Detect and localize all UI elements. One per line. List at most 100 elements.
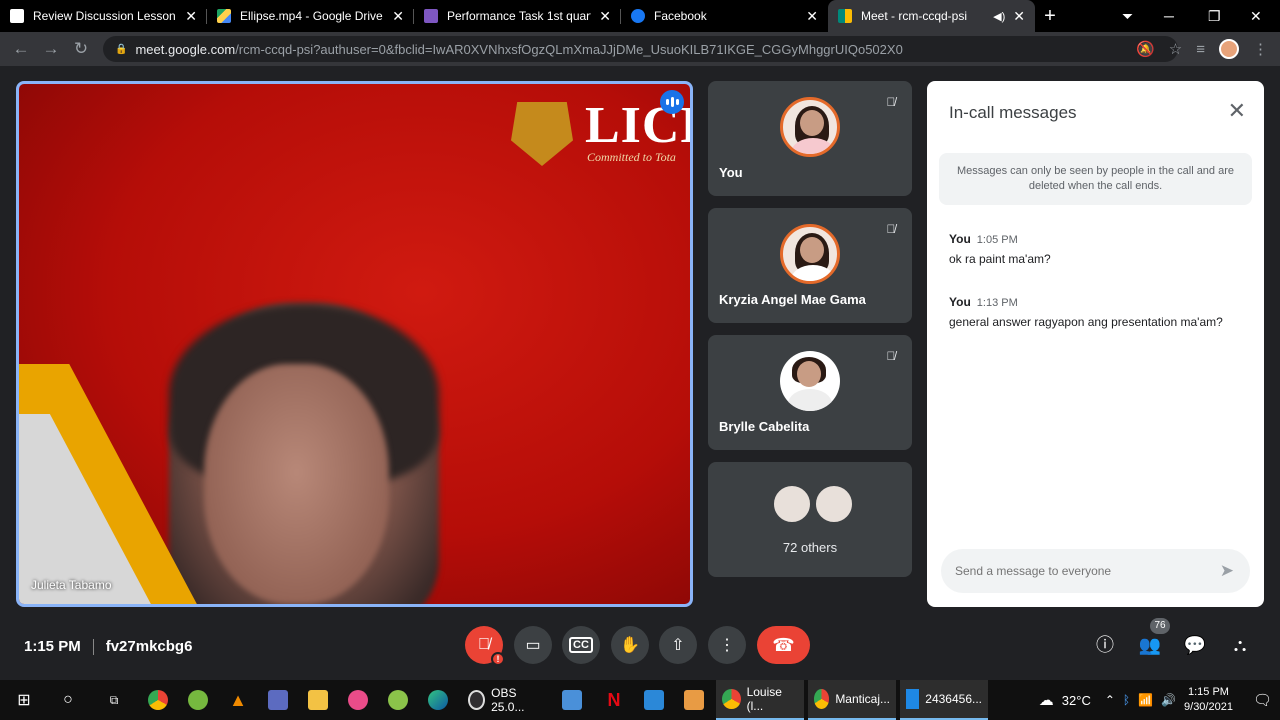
clock[interactable]: 1:15 PM 9/30/2021 bbox=[1184, 685, 1233, 715]
chrome-window-louise[interactable]: Louise (l... bbox=[716, 680, 804, 720]
m-app-taskbar-button[interactable] bbox=[636, 680, 672, 720]
close-icon[interactable]: ✕ bbox=[1013, 8, 1025, 25]
send-icon[interactable]: ➤ bbox=[1220, 561, 1234, 581]
reload-icon[interactable]: ↻ bbox=[66, 39, 96, 59]
wifi-icon[interactable]: 📶 bbox=[1138, 693, 1153, 707]
bluetooth-icon[interactable]: ᛒ bbox=[1123, 693, 1130, 707]
app-label: 2436456... bbox=[925, 692, 982, 706]
people-button[interactable]: 👥 bbox=[1137, 632, 1163, 658]
speaking-indicator-icon bbox=[660, 90, 684, 114]
app-taskbar-button[interactable] bbox=[380, 680, 416, 720]
start-button[interactable]: ⊞ bbox=[6, 680, 42, 720]
edge-icon bbox=[428, 690, 448, 710]
itunes-taskbar-button[interactable] bbox=[340, 680, 376, 720]
raise-hand-button[interactable]: ✋ bbox=[611, 626, 649, 664]
chrome-taskbar-button[interactable] bbox=[140, 680, 176, 720]
notifications-blocked-icon[interactable]: 🔕 bbox=[1136, 40, 1155, 58]
meeting-code[interactable]: fv27mkcbg6 bbox=[106, 638, 193, 655]
participant-tile-you[interactable]: 🎙̸ You bbox=[708, 81, 912, 196]
activities-button[interactable]: ⛬ bbox=[1227, 632, 1253, 658]
edge-taskbar-button[interactable] bbox=[420, 680, 456, 720]
participant-tile-kryzia[interactable]: 🎙̸ Kryzia Angel Mae Gama bbox=[708, 208, 912, 323]
chat-button[interactable]: 💬 bbox=[1182, 632, 1208, 658]
meeting-time: 1:15 PM bbox=[24, 638, 81, 655]
mic-toggle-button[interactable]: 🎙̸ ! bbox=[465, 626, 505, 666]
tab-search-icon[interactable]: ⏷ bbox=[1122, 0, 1133, 32]
close-icon[interactable]: ✕ bbox=[599, 8, 611, 25]
participant-name: You bbox=[719, 165, 743, 180]
notification-center-icon[interactable]: 🗨 bbox=[1253, 691, 1272, 709]
chat-title: In-call messages bbox=[949, 103, 1077, 122]
weather-temp[interactable]: 32°C bbox=[1062, 693, 1091, 708]
explorer-taskbar-button[interactable] bbox=[300, 680, 336, 720]
present-button[interactable]: ⇧ bbox=[659, 626, 697, 664]
task-view-icon: ⧉ bbox=[109, 692, 119, 707]
speaker-icon[interactable]: ◀) bbox=[993, 10, 1005, 23]
computer-icon bbox=[562, 690, 582, 710]
tab-facebook[interactable]: Facebook ✕ bbox=[621, 0, 828, 32]
calculator-taskbar-button[interactable] bbox=[260, 680, 296, 720]
vlc-icon: ▲ bbox=[229, 689, 247, 710]
message-input[interactable] bbox=[955, 564, 1205, 578]
utorrent-taskbar-button[interactable] bbox=[180, 680, 216, 720]
speaker-name: Julieta Tabamo bbox=[31, 578, 112, 592]
close-icon[interactable]: ✕ bbox=[392, 8, 404, 25]
chrome-icon bbox=[722, 689, 741, 709]
vlc-taskbar-button[interactable]: ▲ bbox=[220, 680, 256, 720]
back-icon[interactable]: ← bbox=[6, 39, 36, 59]
address-bar-row: ← → ↻ 🔒 meet.google.com/rcm-ccqd-psi?aut… bbox=[0, 32, 1280, 66]
captions-button[interactable]: CC bbox=[562, 626, 600, 664]
url-field[interactable]: 🔒 meet.google.com/rcm-ccqd-psi?authuser=… bbox=[103, 36, 1178, 62]
tab-review-discussion[interactable]: Review Discussion Lesson ✕ bbox=[0, 0, 207, 32]
obs-taskbar-app[interactable]: OBS 25.0... bbox=[462, 680, 548, 720]
tab-performance-task[interactable]: Performance Task 1st quarter ✕ bbox=[414, 0, 621, 32]
windows-taskbar: ⊞ ○ ⧉ ▲ OBS 25.0... N Louise (l... Manti… bbox=[0, 680, 1280, 720]
avatar bbox=[780, 97, 840, 157]
chrome-window-manticaj[interactable]: Manticaj... bbox=[808, 680, 896, 720]
meeting-details-button[interactable]: ⓘ bbox=[1092, 632, 1118, 658]
people-icon: 👥 bbox=[1138, 635, 1162, 655]
main-speaker-video[interactable]: LICE Committed to Tota Julieta Tabamo bbox=[16, 81, 693, 607]
restore-button[interactable]: ❐ bbox=[1208, 0, 1221, 32]
close-icon[interactable]: ✕ bbox=[1228, 99, 1246, 123]
participant-tile-brylle[interactable]: 🎙̸ Brylle Cabelita bbox=[708, 335, 912, 450]
obs-icon bbox=[468, 690, 486, 710]
bookmark-star-icon[interactable]: ☆ bbox=[1169, 40, 1182, 58]
participant-tile-others[interactable]: 72 others bbox=[708, 462, 912, 577]
tab-title: Ellipse.mp4 - Google Drive bbox=[240, 9, 383, 23]
tab-google-drive[interactable]: Ellipse.mp4 - Google Drive ✕ bbox=[207, 0, 414, 32]
url-host: meet.google.com bbox=[135, 41, 236, 57]
browser-tab-strip: Review Discussion Lesson ✕ Ellipse.mp4 -… bbox=[0, 0, 1280, 32]
camera-toggle-button[interactable]: ▭ bbox=[514, 626, 552, 664]
profile-avatar[interactable] bbox=[1219, 39, 1239, 59]
netflix-taskbar-button[interactable]: N bbox=[596, 680, 632, 720]
tab-meet[interactable]: Meet - rcm-ccqd-psi ◀) ✕ bbox=[828, 0, 1035, 32]
task-view-button[interactable]: ⧉ bbox=[96, 680, 132, 720]
forward-icon[interactable]: → bbox=[36, 39, 66, 59]
menu-icon[interactable]: ⋮ bbox=[1253, 40, 1268, 58]
message-sender: You bbox=[949, 295, 971, 309]
show-hidden-icons-icon[interactable]: ⌃ bbox=[1105, 693, 1115, 707]
others-avatars bbox=[772, 484, 854, 524]
mic-off-icon: 🎙̸ bbox=[886, 95, 896, 109]
new-tab-button[interactable]: + bbox=[1035, 0, 1065, 32]
mic-off-icon: 🎙̸ bbox=[886, 222, 896, 236]
message-text: ok ra paint ma'am? bbox=[949, 252, 1051, 266]
app-label: OBS 25.0... bbox=[491, 686, 525, 714]
tab-title: Performance Task 1st quarter bbox=[447, 9, 592, 23]
close-icon[interactable]: ✕ bbox=[185, 8, 197, 25]
video-app-taskbar-button[interactable] bbox=[676, 680, 712, 720]
photos-window[interactable]: 2436456... bbox=[900, 680, 988, 720]
search-button[interactable]: ○ bbox=[50, 680, 86, 720]
leave-call-button[interactable]: ☎ bbox=[757, 626, 810, 664]
network-app-taskbar-button[interactable] bbox=[554, 680, 590, 720]
system-tray: ☁ 32°C ⌃ ᛒ 📶 🔊 1:15 PM 9/30/2021 🗨 bbox=[1039, 680, 1280, 720]
more-options-button[interactable]: ⋮ bbox=[708, 626, 746, 664]
weather-icon[interactable]: ☁ bbox=[1039, 691, 1054, 709]
media-control-icon[interactable]: ≡ bbox=[1196, 41, 1205, 58]
volume-icon[interactable]: 🔊 bbox=[1161, 693, 1176, 707]
minimize-button[interactable]: ─ bbox=[1164, 0, 1174, 32]
camera-icon: ▭ bbox=[525, 637, 541, 654]
window-close-button[interactable]: ✕ bbox=[1250, 0, 1262, 32]
close-icon[interactable]: ✕ bbox=[806, 8, 818, 25]
